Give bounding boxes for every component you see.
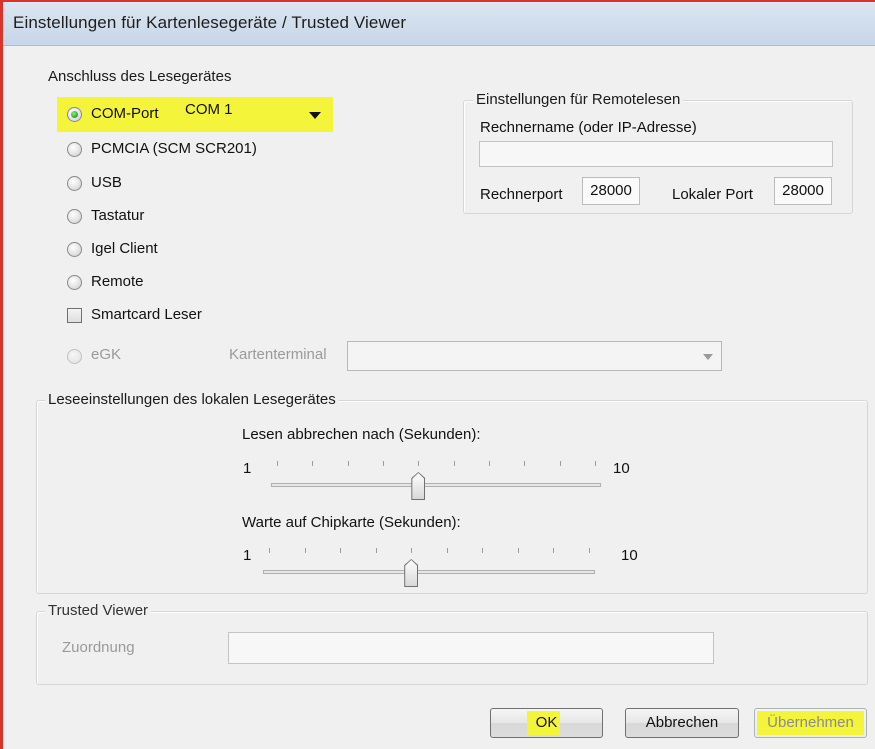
kartenterminal-label: Kartenterminal [229, 346, 327, 363]
read-settings-group-legend: Leseeinstellungen des lokalen Lesegeräte… [45, 391, 339, 408]
abort-slider-min: 1 [243, 460, 252, 477]
slider-tick [383, 461, 384, 466]
connection-group-legend: Anschluss des Lesegerätes [45, 68, 235, 85]
trusted-viewer-group-legend: Trusted Viewer [45, 602, 152, 619]
assignment-label: Zuordnung [62, 639, 135, 656]
wait-slider-max: 10 [621, 547, 638, 564]
wait-slider[interactable] [259, 544, 599, 590]
slider-tick [277, 461, 278, 466]
remote-port-label: Rechnerport [480, 186, 563, 203]
remote-port-input[interactable]: 28000 [582, 177, 640, 205]
slider-tick [589, 548, 590, 553]
ok-button-label: OK [535, 714, 558, 731]
abort-slider[interactable] [265, 457, 605, 503]
radio-com-port-label: COM-Port [91, 105, 159, 122]
radio-remote[interactable] [67, 275, 82, 290]
slider-tick [347, 461, 349, 466]
slider-tick [340, 548, 342, 553]
slider-tick [418, 461, 420, 466]
radio-igel-client-label: Igel Client [91, 240, 158, 257]
slider-tick [517, 548, 519, 553]
radio-pcmcia[interactable] [67, 142, 82, 157]
radio-usb-label: USB [91, 174, 122, 191]
window-title: Einstellungen für Kartenlesegeräte / Tru… [13, 13, 407, 32]
com-port-select-value: COM 1 [185, 101, 233, 118]
slider-tick [524, 461, 526, 466]
slider-tick [269, 548, 270, 553]
ok-button[interactable]: OK [490, 708, 603, 738]
remote-group-legend: Einstellungen für Remotelesen [473, 91, 684, 108]
slider-tick [559, 461, 561, 466]
slider-tick [411, 548, 413, 553]
assignment-input[interactable] [228, 632, 714, 664]
radio-com-port[interactable] [67, 107, 82, 122]
radio-usb[interactable] [67, 176, 82, 191]
radio-tastatur[interactable] [67, 209, 82, 224]
slider-tick [595, 461, 596, 466]
slider-tick [489, 461, 490, 466]
smartcard-checkbox[interactable] [67, 308, 82, 323]
dialog-window: Einstellungen für Kartenlesegeräte / Tru… [0, 0, 875, 749]
wait-slider-min: 1 [243, 547, 252, 564]
radio-egk-label: eGK [91, 346, 122, 363]
radio-pcmcia-label: PCMCIA (SCM SCR201) [91, 140, 257, 157]
abort-slider-label: Lesen abbrechen nach (Sekunden): [242, 426, 481, 443]
chevron-down-icon [309, 112, 321, 119]
com-port-select[interactable]: COM 1 [179, 99, 329, 129]
title-bar[interactable]: Einstellungen für Kartenlesegeräte / Tru… [3, 2, 875, 46]
radio-tastatur-label: Tastatur [91, 207, 145, 224]
slider-tick [453, 461, 455, 466]
abort-slider-track [271, 483, 601, 487]
wait-slider-track [263, 570, 595, 574]
local-port-input[interactable]: 28000 [774, 177, 832, 205]
slider-tick [482, 548, 484, 553]
slider-tick [446, 548, 448, 553]
chevron-down-icon [703, 354, 713, 360]
radio-egk[interactable] [67, 349, 82, 364]
radio-remote-label: Remote [91, 273, 144, 290]
host-input[interactable] [479, 141, 833, 167]
smartcard-checkbox-label: Smartcard Leser [91, 306, 202, 323]
apply-button-label: Übernehmen [767, 714, 854, 731]
abort-slider-max: 10 [613, 460, 630, 477]
cancel-button[interactable]: Abbrechen [625, 708, 739, 738]
slider-tick [553, 548, 555, 553]
local-port-label: Lokaler Port [672, 186, 753, 203]
radio-igel-client[interactable] [67, 242, 82, 257]
wait-slider-label: Warte auf Chipkarte (Sekunden): [242, 514, 461, 531]
kartenterminal-select[interactable] [347, 341, 722, 371]
slider-tick [312, 461, 314, 466]
apply-button[interactable]: Übernehmen [754, 708, 867, 738]
host-label: Rechnername (oder IP-Adresse) [480, 119, 697, 136]
slider-tick [375, 548, 377, 553]
slider-tick [304, 548, 306, 553]
cancel-button-label: Abbrechen [645, 714, 719, 731]
